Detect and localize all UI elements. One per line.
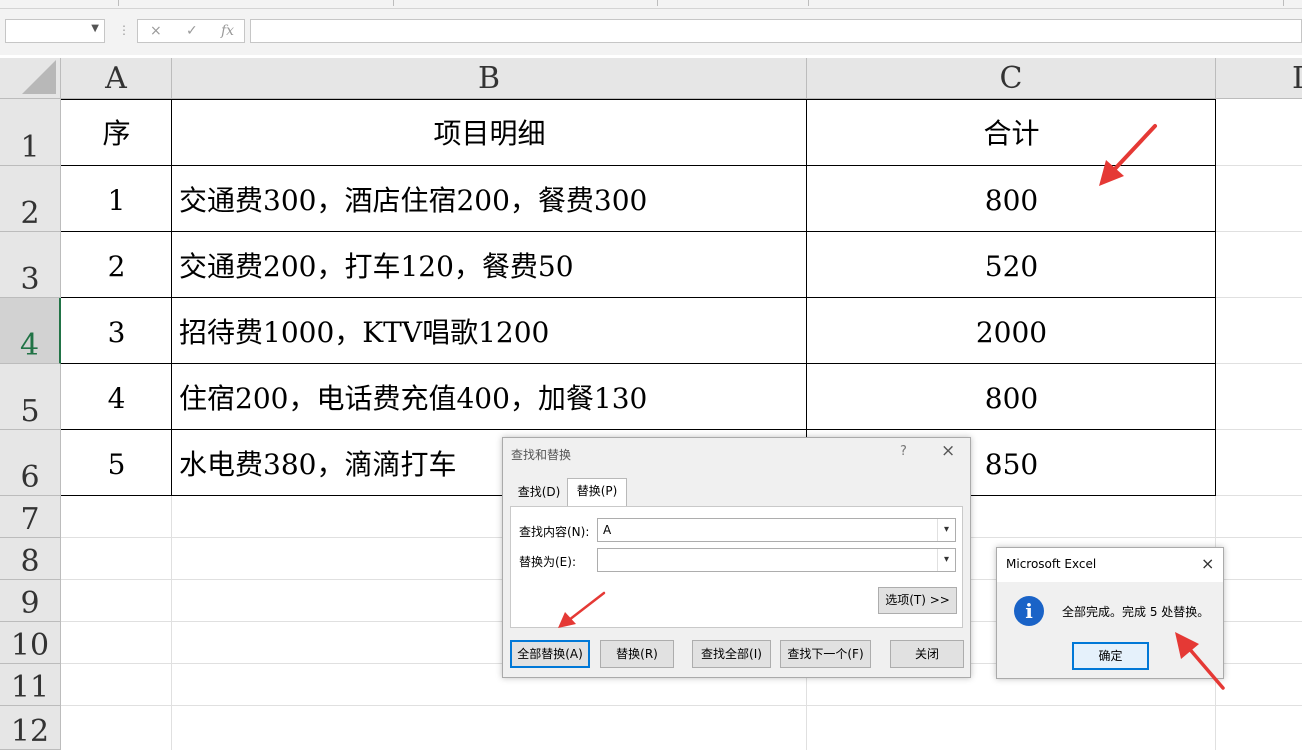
ok-button[interactable]: 确定 (1072, 642, 1149, 670)
find-input[interactable]: A ▾ (597, 518, 956, 542)
annotation-arrow-icon (558, 591, 606, 628)
row-header-2[interactable]: 2 (0, 166, 61, 232)
row-header-1[interactable]: 1 (0, 99, 61, 166)
column-header-a[interactable]: A (61, 58, 172, 99)
table-row-cell-b[interactable]: 招待费1000，KTV唱歌1200 (172, 298, 807, 364)
cell-a1[interactable]: 序 (61, 99, 172, 166)
chevron-down-icon[interactable]: ▼ (91, 23, 99, 34)
tab-find[interactable]: 查找(D) (511, 480, 567, 506)
cancel-icon[interactable]: × (150, 23, 162, 39)
formula-bar: ▼ ⋮ × ✓ fx (0, 9, 1302, 55)
message-title: Microsoft Excel (1006, 557, 1097, 571)
find-label: 查找内容(N): (519, 525, 590, 539)
table-row-cell-a[interactable]: 1 (61, 166, 172, 232)
message-title-bar: Microsoft Excel × (997, 548, 1223, 582)
row-header-7[interactable]: 7 (0, 496, 61, 538)
tab-replace[interactable]: 替换(P) (567, 478, 627, 507)
row-header-3[interactable]: 3 (0, 232, 61, 298)
row-header-11[interactable]: 11 (0, 664, 61, 706)
cell-b1[interactable]: 项目明细 (172, 99, 807, 166)
find-next-button[interactable]: 查找下一个(F) (780, 640, 871, 668)
table-row-cell-c[interactable]: 520 (807, 232, 1216, 298)
chevron-down-icon[interactable]: ▾ (937, 549, 955, 571)
insert-function-icon[interactable]: fx (221, 23, 234, 39)
column-header-d[interactable]: D (1216, 58, 1302, 99)
chevron-down-icon[interactable]: ▾ (937, 519, 955, 541)
close-icon[interactable]: × (1201, 554, 1214, 573)
annotation-arrow-icon (1175, 632, 1225, 690)
row-header-6[interactable]: 6 (0, 430, 61, 496)
close-button[interactable]: 关闭 (890, 640, 964, 668)
ribbon-strip (0, 0, 1302, 9)
select-all-corner[interactable] (0, 58, 61, 99)
help-icon[interactable]: ? (900, 444, 907, 459)
column-header-b[interactable]: B (172, 58, 807, 99)
row-header-5[interactable]: 5 (0, 364, 61, 430)
formula-input[interactable] (250, 19, 1302, 43)
formula-buttons: × ✓ fx (137, 19, 245, 43)
table-row-cell-a[interactable]: 5 (61, 430, 172, 496)
options-button[interactable]: 选项(T) >> (878, 587, 957, 614)
replace-input[interactable]: ▾ (597, 548, 956, 572)
name-box[interactable]: ▼ (5, 19, 105, 43)
row-header-12[interactable]: 12 (0, 706, 61, 750)
close-icon[interactable]: × (941, 441, 955, 461)
row-header-8[interactable]: 8 (0, 538, 61, 580)
enter-icon[interactable]: ✓ (186, 23, 198, 39)
row-header-9[interactable]: 9 (0, 580, 61, 622)
table-row-cell-b[interactable]: 住宿200，电话费充值400，加餐130 (172, 364, 807, 430)
table-row-cell-c[interactable]: 2000 (807, 298, 1216, 364)
formula-bar-grip: ⋮ (118, 23, 130, 37)
column-header-c[interactable]: C (807, 58, 1216, 99)
dialog-title: 查找和替换 (511, 448, 572, 462)
table-row-cell-b[interactable]: 交通费200，打车120，餐费50 (172, 232, 807, 298)
row-header-4[interactable]: 4 (0, 298, 61, 364)
find-all-button[interactable]: 查找全部(I) (692, 640, 771, 668)
info-icon: i (1014, 596, 1044, 626)
table-row-cell-c[interactable]: 800 (807, 364, 1216, 430)
annotation-arrow-icon (1099, 124, 1157, 186)
table-row-cell-a[interactable]: 3 (61, 298, 172, 364)
replace-button[interactable]: 替换(R) (600, 640, 674, 668)
message-text: 全部完成。完成 5 处替换。 (1062, 605, 1210, 619)
find-replace-dialog: 查找和替换 ? × 查找(D) 替换(P) 查找内容(N): A ▾ 替换为(E… (502, 437, 971, 678)
table-row-cell-a[interactable]: 4 (61, 364, 172, 430)
replace-label: 替换为(E): (519, 555, 576, 569)
row-header-10[interactable]: 10 (0, 622, 61, 664)
replace-all-button[interactable]: 全部替换(A) (510, 640, 590, 668)
table-row-cell-b[interactable]: 交通费300，酒店住宿200，餐费300 (172, 166, 807, 232)
table-row-cell-a[interactable]: 2 (61, 232, 172, 298)
